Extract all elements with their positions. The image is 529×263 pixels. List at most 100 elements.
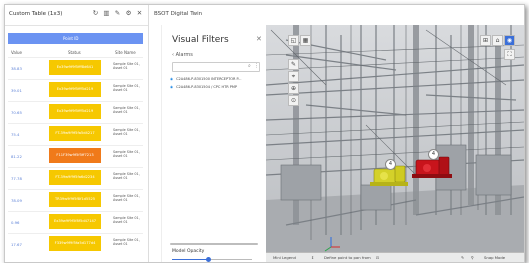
- measure-tool[interactable]: ⌖: [288, 71, 299, 82]
- value-cell[interactable]: 78.09: [11, 198, 22, 203]
- site-name-cell: Sample Site 01, Asset 01: [113, 216, 140, 225]
- row-divider: [8, 233, 143, 234]
- row-divider: [8, 79, 143, 80]
- column-header-status[interactable]: Status: [68, 50, 81, 55]
- column-header-site[interactable]: Site Name: [115, 50, 136, 55]
- table-row[interactable]: 75.4 FT-39w9f9f5fa5d4217 Sample Site 01, A…: [5, 123, 148, 145]
- status-cell[interactable]: Ex39w9f9f5fff5d219: [49, 104, 101, 119]
- status-cell-text: Ex39w9f9f5fff8d641: [56, 65, 94, 69]
- value-cell[interactable]: 70.65: [11, 110, 22, 115]
- status-cell[interactable]: TR39w9f9f5f8f1d5525: [49, 192, 101, 207]
- filter-search-input[interactable]: [172, 62, 260, 72]
- status-cell-text: Ex39w9f9f5fff5d219: [56, 109, 94, 113]
- value-cell[interactable]: 38.83: [11, 66, 22, 71]
- filter-item-label: C2A486-P-8301500 INTERCEPTOR P...: [176, 77, 242, 81]
- status-cell[interactable]: Ex39w9f9f5f8f5d47147: [49, 214, 101, 229]
- dashboard-window: Custom Table (1x3) ↻ ▥ ✎ ⚙ ✕ Point ID Va…: [4, 4, 525, 263]
- view-icon[interactable]: ◉: [504, 35, 515, 46]
- table-title: Custom Table (1x3): [9, 11, 63, 17]
- panel-title: BSOT Digital Twin: [154, 11, 203, 17]
- status-cell-text: Ex39w9f9f5f8f5d47147: [53, 219, 97, 223]
- site-name-cell: Sample Site 01, Asset 01: [113, 238, 140, 247]
- status-cell-text: Ex39w9f9f5fff5d219: [56, 87, 94, 91]
- opacity-slider-thumb[interactable]: [205, 257, 211, 262]
- row-divider: [8, 189, 143, 190]
- eye-icon[interactable]: ◉: [170, 77, 173, 81]
- status-cell-text: TR39w9f9f5f8f1d5525: [54, 197, 96, 201]
- value-cell[interactable]: 81.22: [11, 154, 22, 159]
- status-cell[interactable]: FT-39w9f9f5fa6d2234: [49, 170, 101, 185]
- table-row[interactable]: 0.96 Ex39w9f9f5f8f5d47147 Sample Site 01, …: [5, 211, 148, 233]
- eye-icon[interactable]: ◉: [170, 85, 173, 89]
- opacity-slider-fill: [172, 259, 208, 261]
- pan-point-icon[interactable]: ⊡: [376, 255, 379, 260]
- digital-twin-viewport[interactable]: 4 4 ◱ ▦ ✎ ⌖ ⊕ ⊙ ⊞ ⌂ ◉ ⛶ Mini Legend ⇕ De…: [266, 25, 524, 262]
- back-link[interactable]: ‹ Alarms: [172, 52, 193, 58]
- row-divider: [8, 145, 143, 146]
- pan-icon[interactable]: ⇕: [311, 255, 314, 260]
- status-cell-text: FT-39w9f9f5fa5d4217: [55, 131, 95, 135]
- close-icon[interactable]: ✕: [256, 35, 262, 43]
- more-options-icon[interactable]: ⋮: [254, 63, 259, 69]
- site-name-cell: Sample Site 01, Asset 01: [113, 128, 140, 137]
- row-divider: [8, 101, 143, 102]
- site-name-cell: Sample Site 01, Asset 01: [113, 106, 140, 115]
- search-icon[interactable]: ⌕: [248, 63, 251, 69]
- site-name-cell: Sample Site 01, Asset 01: [113, 84, 140, 93]
- bar-chart-icon[interactable]: ▥: [103, 9, 110, 17]
- grid-icon[interactable]: ⊞: [480, 35, 491, 46]
- row-divider: [8, 167, 143, 168]
- table-row[interactable]: 78.09 TR39w9f9f5f8f1d5525 Sample Site 01, …: [5, 189, 148, 211]
- value-cell[interactable]: 39.01: [11, 88, 22, 93]
- view-mode-button[interactable]: ◱: [288, 35, 299, 46]
- mini-legend-label[interactable]: Mini Legend: [273, 255, 296, 260]
- close-icon[interactable]: ✕: [136, 9, 143, 17]
- markup-tool[interactable]: ✎: [288, 59, 299, 70]
- table-row[interactable]: 17.67 F339w9f9f5fa5d177d4 Sample Site 01, …: [5, 233, 148, 255]
- edit-icon[interactable]: ✎: [114, 9, 121, 17]
- table-row[interactable]: 81.22 F11F39w9f5f5ff7213 Sample Site 01, A…: [5, 145, 148, 167]
- viewport-bottom-toolbar: Mini Legend ⇕ Define point to pan from ⊡…: [266, 252, 524, 262]
- column-header-value[interactable]: Value: [11, 50, 22, 55]
- alarm-pin-yellow[interactable]: 4: [385, 159, 396, 170]
- table-row[interactable]: 38.83 Ex39w9f9f5fff8d641 Sample Site 01, A…: [5, 57, 148, 79]
- site-name-cell: Sample Site 01, Asset 01: [113, 62, 140, 71]
- status-cell[interactable]: Ex39w9f9f5fff5d219: [49, 82, 101, 97]
- define-pan-point-label[interactable]: Define point to pan from: [324, 255, 371, 260]
- status-cell[interactable]: F339w9f9f5fa5d177d4: [49, 236, 101, 251]
- status-cell[interactable]: Ex39w9f9f5fff8d641: [49, 60, 101, 75]
- status-cell[interactable]: F11F39w9f5f5ff7213: [49, 148, 101, 163]
- zoom-tool[interactable]: ⊕: [288, 83, 299, 94]
- filter-item[interactable]: ◉ C2A486-P-8301504 / CPC HTR PMP: [170, 85, 237, 89]
- status-cell-text: F339w9f9f5fa5d177d4: [54, 241, 96, 245]
- pump-red[interactable]: [412, 156, 452, 178]
- alarm-pin-red[interactable]: 4: [428, 149, 439, 160]
- pin-icon[interactable]: ⚲: [471, 255, 474, 260]
- site-name-cell: Sample Site 01, Asset 01: [113, 194, 140, 203]
- horizontal-scrollbar[interactable]: [170, 243, 258, 245]
- value-cell[interactable]: 75.4: [11, 132, 19, 137]
- table-group-header-label: Point ID: [63, 36, 79, 41]
- fullscreen-icon[interactable]: ⛶: [504, 49, 515, 60]
- table-row[interactable]: 70.65 Ex39w9f9f5fff5d219 Sample Site 01, A…: [5, 101, 148, 123]
- status-cell-text: FT-39w9f9f5fa6d2234: [55, 175, 95, 179]
- table-row[interactable]: 77.78 FT-39w9f9f5fa6d2234 Sample Site 01, …: [5, 167, 148, 189]
- orbit-tool[interactable]: ⊙: [288, 95, 299, 106]
- value-cell[interactable]: 77.78: [11, 176, 22, 181]
- site-name-cell: Sample Site 01, Asset 01: [113, 172, 140, 181]
- table-row[interactable]: 39.01 Ex39w9f9f5fff5d219 Sample Site 01, A…: [5, 79, 148, 101]
- snap-mode-label[interactable]: Snap Mode: [484, 255, 505, 260]
- row-divider: [8, 211, 143, 212]
- status-cell[interactable]: FT-39w9f9f5fa5d4217: [49, 126, 101, 141]
- layers-button[interactable]: ▦: [300, 35, 311, 46]
- value-cell[interactable]: 17.67: [11, 242, 22, 247]
- table-toolbar: ↻ ▥ ✎ ⚙ ✕: [92, 9, 143, 17]
- value-cell[interactable]: 0.96: [11, 220, 19, 225]
- model-opacity-label: Model Opacity: [172, 249, 205, 254]
- settings-icon[interactable]: ⚙: [125, 9, 132, 17]
- pencil-icon[interactable]: ✎: [461, 255, 464, 260]
- visual-filters-card: Visual Filters ✕ ‹ Alarms ⌕ ⋮ ◉ C2A486-P-…: [161, 25, 266, 262]
- home-icon[interactable]: ⌂: [492, 35, 503, 46]
- refresh-icon[interactable]: ↻: [92, 9, 99, 17]
- filter-item[interactable]: ◉ C2A486-P-8301500 INTERCEPTOR P...: [170, 77, 241, 81]
